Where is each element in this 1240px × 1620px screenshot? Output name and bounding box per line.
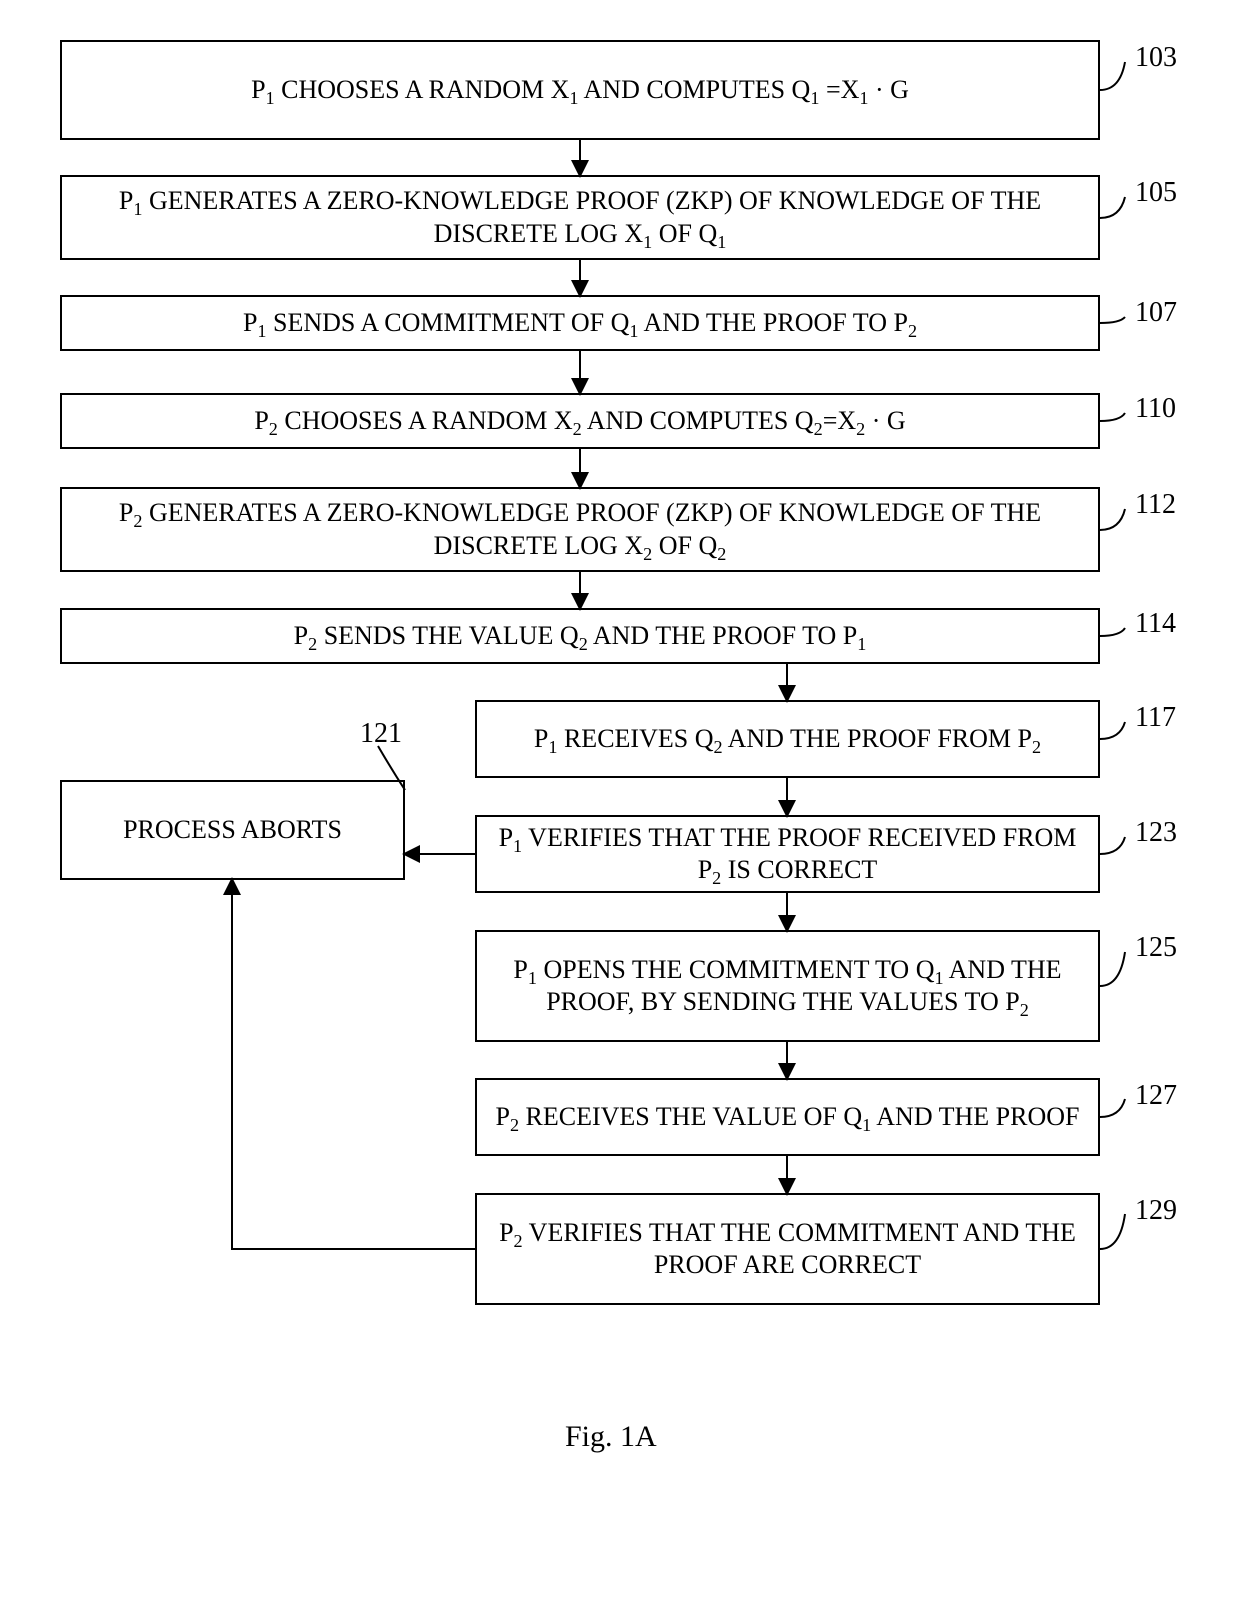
step-112: P2 GENERATES A ZERO-KNOWLEDGE PROOF (ZKP… bbox=[60, 487, 1100, 572]
step-123-text: P1 VERIFIES THAT THE PROOF RECEIVED FROM… bbox=[491, 822, 1084, 887]
step-110: P2 CHOOSES A RANDOM X2 AND COMPUTES Q2=X… bbox=[60, 393, 1100, 449]
ref-129: 129 bbox=[1135, 1195, 1177, 1227]
ref-112: 112 bbox=[1135, 489, 1176, 521]
step-114: P2 SENDS THE VALUE Q2 AND THE PROOF TO P… bbox=[60, 608, 1100, 664]
ref-127: 127 bbox=[1135, 1080, 1177, 1112]
step-103-text: P1 CHOOSES A RANDOM X1 AND COMPUTES Q1 =… bbox=[76, 74, 1084, 107]
figure-caption: Fig. 1A bbox=[565, 1420, 657, 1454]
step-127-text: P2 RECEIVES THE VALUE OF Q1 AND THE PROO… bbox=[491, 1101, 1084, 1134]
ref-117: 117 bbox=[1135, 702, 1176, 734]
step-abort-text: PROCESS ABORTS bbox=[76, 814, 389, 847]
step-110-text: P2 CHOOSES A RANDOM X2 AND COMPUTES Q2=X… bbox=[76, 405, 1084, 438]
step-105-text: P1 GENERATES A ZERO-KNOWLEDGE PROOF (ZKP… bbox=[76, 185, 1084, 250]
step-114-text: P2 SENDS THE VALUE Q2 AND THE PROOF TO P… bbox=[76, 620, 1084, 653]
ref-121: 121 bbox=[360, 718, 402, 750]
step-117: P1 RECEIVES Q2 AND THE PROOF FROM P2 bbox=[475, 700, 1100, 778]
ref-107: 107 bbox=[1135, 297, 1177, 329]
step-abort: PROCESS ABORTS bbox=[60, 780, 405, 880]
step-129-text: P2 VERIFIES THAT THE COMMITMENT AND THE … bbox=[491, 1217, 1084, 1282]
step-105: P1 GENERATES A ZERO-KNOWLEDGE PROOF (ZKP… bbox=[60, 175, 1100, 260]
step-117-text: P1 RECEIVES Q2 AND THE PROOF FROM P2 bbox=[491, 723, 1084, 756]
step-125-text: P1 OPENS THE COMMITMENT TO Q1 AND THE PR… bbox=[491, 954, 1084, 1019]
ref-110: 110 bbox=[1135, 393, 1176, 425]
step-107-text: P1 SENDS A COMMITMENT OF Q1 AND THE PROO… bbox=[76, 307, 1084, 340]
step-107: P1 SENDS A COMMITMENT OF Q1 AND THE PROO… bbox=[60, 295, 1100, 351]
ref-103: 103 bbox=[1135, 42, 1177, 74]
step-127: P2 RECEIVES THE VALUE OF Q1 AND THE PROO… bbox=[475, 1078, 1100, 1156]
step-123: P1 VERIFIES THAT THE PROOF RECEIVED FROM… bbox=[475, 815, 1100, 893]
ref-123: 123 bbox=[1135, 817, 1177, 849]
ref-114: 114 bbox=[1135, 608, 1176, 640]
step-112-text: P2 GENERATES A ZERO-KNOWLEDGE PROOF (ZKP… bbox=[76, 497, 1084, 562]
step-125: P1 OPENS THE COMMITMENT TO Q1 AND THE PR… bbox=[475, 930, 1100, 1042]
step-103: P1 CHOOSES A RANDOM X1 AND COMPUTES Q1 =… bbox=[60, 40, 1100, 140]
ref-105: 105 bbox=[1135, 177, 1177, 209]
step-129: P2 VERIFIES THAT THE COMMITMENT AND THE … bbox=[475, 1193, 1100, 1305]
ref-125: 125 bbox=[1135, 932, 1177, 964]
